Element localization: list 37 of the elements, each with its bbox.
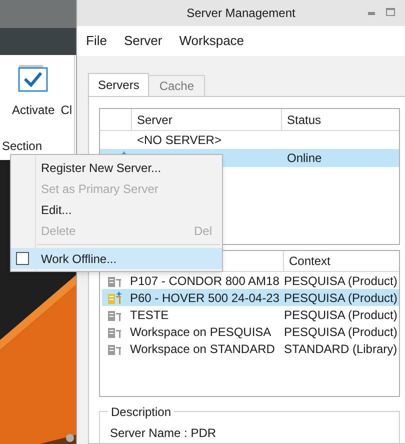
menu-entry[interactable]: Edit... [11,199,222,220]
workspace-star-icon [107,290,123,304]
menu-item[interactable]: File [86,31,107,51]
tab[interactable]: Servers [88,73,150,96]
table-cell-text: STANDARD (Library) [284,340,398,358]
table-cell-text: PESQUISA (Product) [284,272,398,290]
table-cell-text: PESQUISA (Product) [284,324,398,340]
column-header[interactable]: Context [284,251,399,271]
tab[interactable]: Cache [149,75,206,96]
maximize-icon[interactable] [386,8,395,16]
menu-item[interactable]: Server [124,31,162,51]
table-cell-text: TESTE [130,306,170,324]
table-cell-text: PESQUISA (Product) [284,290,398,306]
server-row[interactable]: <NO SERVER> [100,131,399,149]
column-header[interactable]: Status [282,109,399,130]
menu-item[interactable]: Workspace [179,31,244,51]
description-text: Server Name : PDR [110,425,218,442]
table-cell-text: PESQUISA (Product) [284,306,398,324]
table-cell-text: Workspace on PESQUISA [130,324,272,340]
activate-checkbox-icon[interactable] [18,64,48,92]
window-title: Server Management [186,5,296,22]
menu-entry[interactable]: Work Offline... [11,248,222,269]
ribbon-button[interactable]: Cl [60,101,72,119]
table-cell-text: <NO SERVER> [137,132,222,149]
workspace-row[interactable]: Workspace on PESQUISA PESQUISA (Product) [102,323,399,340]
workspace-row[interactable]: P60 - HOVER 500 24-04-23 PESQUISA (Product) [102,289,399,306]
workspace-row[interactable]: P107 - CONDOR 800 AM18 PESQUISA (Product) [102,272,399,289]
table-cell-text: P107 - CONDOR 800 AM18 [130,272,280,290]
table-cell-text: Workspace on STANDARD [130,340,276,358]
table-cell-text: P60 - HOVER 500 24-04-23 [130,290,280,306]
table-cell-text: Online [286,150,323,167]
workspace-row[interactable]: TESTE PESQUISA (Product) [102,306,399,323]
ribbon-button[interactable]: Activate [12,101,55,119]
workspace-row[interactable]: Workspace on STANDARD STANDARD (Library) [102,340,399,357]
column-header[interactable]: Server [132,109,282,130]
checkbox[interactable] [16,252,29,265]
ribbon-group-label: Section [2,138,42,155]
